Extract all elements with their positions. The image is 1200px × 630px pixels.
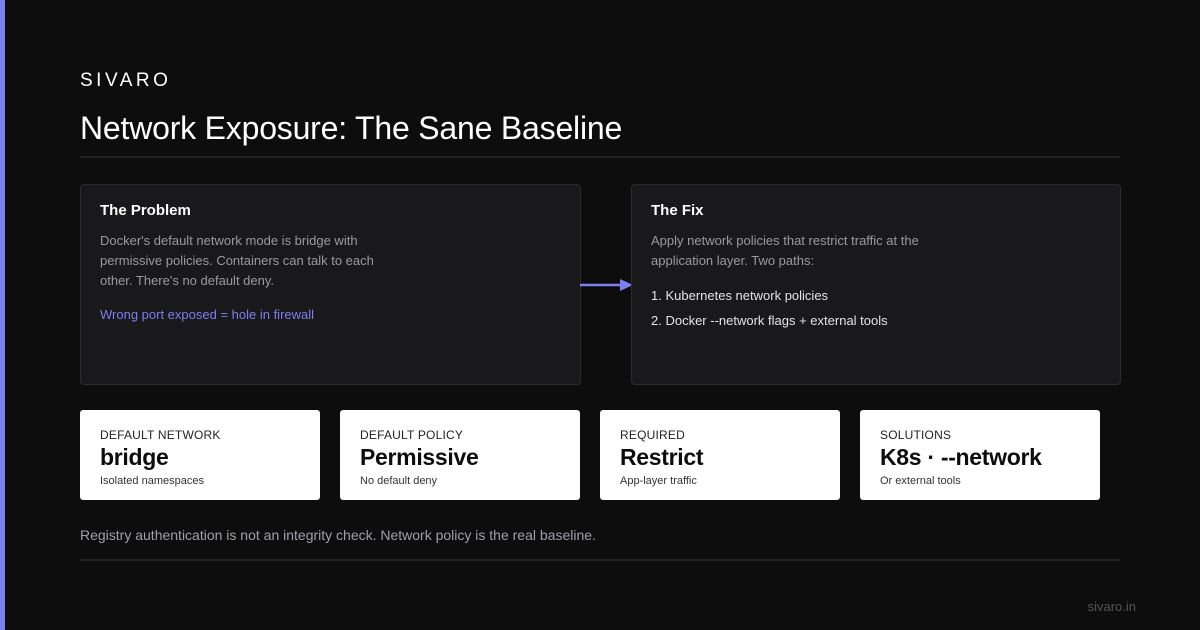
stat-label: DEFAULT NETWORK: [100, 428, 221, 442]
stat-label: SOLUTIONS: [880, 428, 952, 442]
stat-sub: App-layer traffic: [620, 475, 697, 487]
problem-title: The Problem: [100, 202, 191, 219]
stat-label: DEFAULT POLICY: [360, 428, 464, 442]
stat-value: bridge: [100, 444, 169, 470]
stat-label: REQUIRED: [620, 428, 685, 442]
fix-list: 1. Kubernetes network policies 2. Docker…: [651, 287, 1101, 337]
divider-top: [80, 156, 1120, 158]
stat-card-default-policy: DEFAULT POLICY Permissive No default den…: [340, 410, 580, 500]
stat-card-required: REQUIRED Restrict App-layer traffic: [600, 410, 840, 500]
problem-note: Wrong port exposed = hole in firewall: [100, 307, 315, 322]
problem-panel: The Problem Docker's default network mod…: [80, 184, 581, 385]
stat-card-default-network: DEFAULT NETWORK bridge Isolated namespac…: [80, 410, 320, 500]
divider-bottom: [80, 559, 1120, 561]
slide: SIVARO Network Exposure: The Sane Baseli…: [0, 0, 1200, 630]
fix-list-item: 2. Docker --network flags + external too…: [651, 313, 888, 328]
stat-value: Restrict: [620, 444, 704, 470]
footer-note: Registry authentication is not an integr…: [80, 527, 596, 543]
fix-body: Apply network policies that restrict tra…: [651, 233, 919, 268]
accent-bar: [0, 0, 5, 630]
site-url: sivaro.in: [1087, 599, 1136, 614]
stat-card-solutions: SOLUTIONS K8s · --network Or external to…: [860, 410, 1100, 500]
problem-body: Docker's default network mode is bridge …: [100, 233, 374, 288]
fix-list-item: 1. Kubernetes network policies: [651, 288, 829, 303]
stat-value: K8s · --network: [880, 444, 1042, 470]
stat-sub: Or external tools: [880, 475, 961, 487]
stat-sub: Isolated namespaces: [100, 475, 204, 487]
fix-title: The Fix: [651, 202, 704, 219]
stat-sub: No default deny: [360, 475, 438, 487]
brand-logo: SIVARO: [80, 70, 172, 91]
stat-value: Permissive: [360, 444, 479, 470]
fix-panel: The Fix Apply network policies that rest…: [631, 184, 1121, 385]
arrow-right-icon: [580, 279, 633, 291]
page-title: Network Exposure: The Sane Baseline: [80, 110, 623, 146]
